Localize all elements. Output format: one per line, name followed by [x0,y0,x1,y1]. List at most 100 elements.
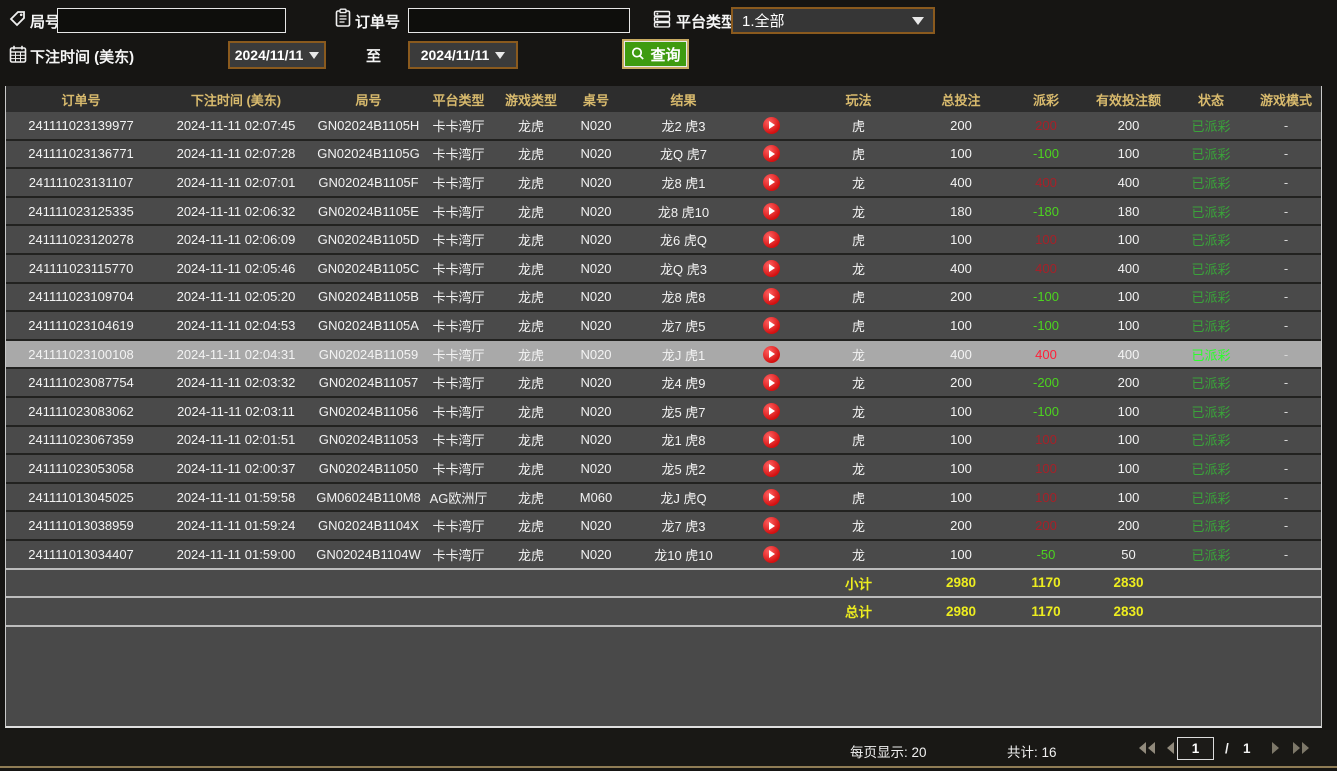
cell-status: 已派彩 [1171,316,1251,335]
cell-total: 200 [916,289,1006,304]
cell-bet: 虎 [801,488,916,507]
cell-status: 已派彩 [1171,287,1251,306]
play-video-icon[interactable] [763,403,780,420]
cell-bet: 龙 [801,202,916,221]
play-video-icon[interactable] [763,431,780,448]
cell-game: 龙虎 [496,230,566,249]
cell-status: 已派彩 [1171,345,1251,364]
cell-result: 龙8 虎10 [626,202,741,221]
cell-platform: 卡卡湾厅 [421,287,496,306]
round-no-input[interactable] [57,8,286,33]
table-row[interactable]: 2411110230877542024-11-11 02:03:32GN0202… [6,369,1321,398]
cell-mode: - [1251,490,1321,505]
cell-platform: 卡卡湾厅 [421,259,496,278]
cell-status: 已派彩 [1171,259,1251,278]
bet-time-label: 下注时间 (美东) [30,46,134,67]
platform-type-select[interactable]: 1.全部 [731,7,935,34]
table-row[interactable]: 2411110231253352024-11-11 02:06:32GN0202… [6,198,1321,227]
chevron-down-icon [912,17,924,25]
date-to-select[interactable]: 2024/11/11 [408,41,518,69]
cell-order: 241111023120278 [6,232,156,247]
date-from-select[interactable]: 2024/11/11 [228,41,326,69]
cell-game: 龙虎 [496,259,566,278]
cell-platform: 卡卡湾厅 [421,144,496,163]
last-page-button[interactable] [1290,740,1312,756]
play-video-icon[interactable] [763,460,780,477]
table-row[interactable]: 2411110231311072024-11-11 02:07:01GN0202… [6,169,1321,198]
cell-table_no: N020 [566,461,626,476]
table-row[interactable]: 2411110130389592024-11-11 01:59:24GN0202… [6,512,1321,541]
table-row[interactable]: 2411110231202782024-11-11 02:06:09GN0202… [6,226,1321,255]
cell-total: 200 [916,375,1006,390]
table-row[interactable]: 2411110231097042024-11-11 02:05:20GN0202… [6,284,1321,313]
table-row[interactable]: 2411110231001082024-11-11 02:04:31GN0202… [6,341,1321,370]
table-row[interactable]: 2411110231399772024-11-11 02:07:45GN0202… [6,112,1321,141]
total-count-text: 共计: 16 [1007,741,1057,761]
grand-total-label: 总计 [801,601,916,621]
cell-time: 2024-11-11 02:05:20 [156,289,316,304]
play-video-icon[interactable] [763,346,780,363]
play-video-icon[interactable] [763,203,780,220]
play-video-icon[interactable] [763,117,780,134]
column-header-0: 订单号 [6,90,156,109]
table-row[interactable]: 2411110231157702024-11-11 02:05:46GN0202… [6,255,1321,284]
play-video-icon[interactable] [763,489,780,506]
cell-status: 已派彩 [1171,545,1251,564]
cell-order: 241111023115770 [6,261,156,276]
subtotal-total-bet: 2980 [916,575,1006,590]
cell-platform: 卡卡湾厅 [421,202,496,221]
cell-time: 2024-11-11 01:59:00 [156,547,316,562]
play-video-icon[interactable] [763,374,780,391]
play-video-icon[interactable] [763,546,780,563]
cell-payout: -50 [1006,547,1086,562]
table-row[interactable]: 2411110231046192024-11-11 02:04:53GN0202… [6,312,1321,341]
cell-play [741,517,801,534]
cell-table_no: N020 [566,404,626,419]
platform-type-value: 1.全部 [742,10,785,31]
play-video-icon[interactable] [763,174,780,191]
table-row[interactable]: 2411110230673592024-11-11 02:01:51GN0202… [6,427,1321,456]
cell-table_no: N020 [566,118,626,133]
play-video-icon[interactable] [763,517,780,534]
table-row[interactable]: 2411110130450252024-11-11 01:59:58GM0602… [6,484,1321,513]
cell-order: 241111023053058 [6,461,156,476]
cell-valid: 100 [1086,490,1171,505]
cell-table_no: N020 [566,375,626,390]
cell-time: 2024-11-11 02:04:53 [156,318,316,333]
subtotal-payout: 1170 [1006,575,1086,590]
query-button[interactable]: 查询 [622,39,689,69]
filter-toolbar: 局号 订单号 平台类型 1.全部 下注时间 (美东) 2024/11/11 至 … [0,0,1337,84]
play-triangle [769,464,775,472]
cell-payout: 100 [1006,461,1086,476]
cell-order: 241111023109704 [6,289,156,304]
first-page-button[interactable] [1136,740,1158,756]
cell-total: 180 [916,204,1006,219]
column-header-4: 游戏类型 [496,90,566,109]
page-number-input[interactable] [1177,737,1214,760]
cell-status: 已派彩 [1171,230,1251,249]
grid-body: 2411110231399772024-11-11 02:07:45GN0202… [6,112,1321,570]
subtotal-label: 小计 [801,573,916,593]
table-row[interactable]: 2411110130344072024-11-11 01:59:00GN0202… [6,541,1321,570]
play-video-icon[interactable] [763,260,780,277]
table-row[interactable]: 2411110230530582024-11-11 02:00:37GN0202… [6,455,1321,484]
next-page-button[interactable] [1264,740,1286,756]
cell-mode: - [1251,146,1321,161]
chevron-down-icon [495,52,505,59]
play-video-icon[interactable] [763,231,780,248]
cell-total: 100 [916,432,1006,447]
order-no-input[interactable] [408,8,630,33]
clipboard-icon [333,8,353,28]
window-bottom-border [0,766,1337,768]
play-video-icon[interactable] [763,288,780,305]
table-row[interactable]: 2411110231367712024-11-11 02:07:28GN0202… [6,141,1321,170]
cell-game: 龙虎 [496,287,566,306]
cell-payout: 200 [1006,118,1086,133]
cell-round: GN02024B1104X [316,518,421,533]
play-video-icon[interactable] [763,317,780,334]
cell-total: 200 [916,118,1006,133]
table-row[interactable]: 2411110230830622024-11-11 02:03:11GN0202… [6,398,1321,427]
date-to-value: 2024/11/11 [421,47,490,63]
play-video-icon[interactable] [763,145,780,162]
cell-payout: -100 [1006,404,1086,419]
